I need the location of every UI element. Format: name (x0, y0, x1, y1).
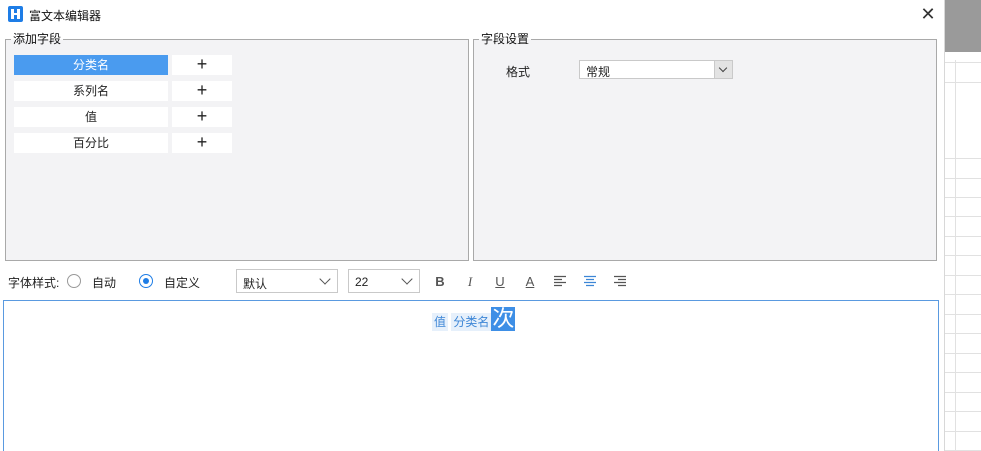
grid-line (945, 392, 981, 393)
grid-line (945, 236, 981, 237)
app-logo-icon (8, 6, 23, 22)
bold-icon[interactable]: B (431, 273, 449, 291)
format-label: 格式 (506, 65, 531, 79)
background-toolbar (945, 0, 981, 52)
field-settings-legend: 字段设置 (479, 32, 532, 47)
field-row-value: 值 + (14, 107, 232, 127)
font-size-select[interactable]: 22 (348, 269, 420, 293)
align-left-icon[interactable] (551, 273, 569, 291)
add-percent-button[interactable]: + (172, 133, 232, 153)
font-family-select[interactable]: 默认 (236, 269, 338, 293)
grid-line (945, 294, 981, 295)
selected-text[interactable]: 次 (491, 307, 516, 331)
field-token-value[interactable]: 值 (432, 313, 449, 331)
field-row-percent: 百分比 + (14, 133, 232, 153)
rich-text-editor-dialog: 富文本编辑器 ✕ 添加字段 分类名 + 系列名 + 值 + 百分比 + 字段设置… (0, 0, 944, 451)
grid-line (945, 62, 981, 63)
grid-line (945, 255, 981, 256)
grid-line (945, 197, 981, 198)
background-spreadsheet (944, 0, 981, 451)
grid-line (945, 333, 981, 334)
add-series-button[interactable]: + (172, 81, 232, 101)
radio-auto-label[interactable]: 自动 (92, 274, 116, 291)
close-icon[interactable]: ✕ (917, 4, 939, 26)
grid-line (945, 158, 981, 159)
chevron-down-icon[interactable] (714, 61, 732, 78)
field-item-percent[interactable]: 百分比 (14, 133, 168, 153)
title-bar[interactable]: 富文本编辑器 ✕ (0, 0, 944, 30)
font-family-value: 默认 (243, 277, 268, 291)
font-size-value: 22 (355, 275, 369, 289)
radio-custom[interactable] (139, 274, 153, 288)
field-item-category[interactable]: 分类名 (14, 55, 168, 75)
chevron-down-icon (319, 273, 331, 285)
editor-content[interactable]: 值 分类名次 (432, 307, 516, 331)
grid-line (945, 82, 981, 83)
grid-line (945, 411, 981, 412)
add-category-button[interactable]: + (172, 55, 232, 75)
font-style-label: 字体样式: (8, 276, 60, 290)
radio-auto[interactable] (67, 274, 81, 288)
grid-line (945, 353, 981, 354)
field-row-series: 系列名 + (14, 81, 232, 101)
format-select[interactable]: 常规 (579, 60, 733, 79)
grid-line (945, 216, 981, 217)
field-token-category[interactable]: 分类名 (451, 313, 492, 331)
align-center-icon[interactable] (581, 273, 599, 291)
grid-line (945, 178, 981, 179)
format-value: 常规 (586, 65, 611, 79)
grid-line (945, 275, 981, 276)
add-fields-legend: 添加字段 (11, 32, 64, 47)
format-toolbar: 字体样式: 自动 自定义 默认 22 B I U A (0, 268, 944, 296)
field-settings-panel: 字段设置 格式 常规 (473, 32, 937, 261)
add-value-button[interactable]: + (172, 107, 232, 127)
radio-custom-label[interactable]: 自定义 (164, 274, 200, 291)
grid-line (945, 372, 981, 373)
grid-line (945, 314, 981, 315)
add-fields-panel: 添加字段 分类名 + 系列名 + 值 + 百分比 + (5, 32, 469, 261)
window-title: 富文本编辑器 (29, 9, 102, 23)
grid-line (945, 431, 981, 432)
field-item-value[interactable]: 值 (14, 107, 168, 127)
chevron-down-icon (401, 273, 413, 285)
field-item-series[interactable]: 系列名 (14, 81, 168, 101)
rich-text-area[interactable]: 值 分类名次 (3, 300, 939, 451)
underline-icon[interactable]: U (491, 273, 509, 291)
align-right-icon[interactable] (611, 273, 629, 291)
font-color-icon[interactable]: A (521, 273, 539, 291)
field-row-category: 分类名 + (14, 55, 232, 75)
italic-icon[interactable]: I (461, 273, 479, 291)
